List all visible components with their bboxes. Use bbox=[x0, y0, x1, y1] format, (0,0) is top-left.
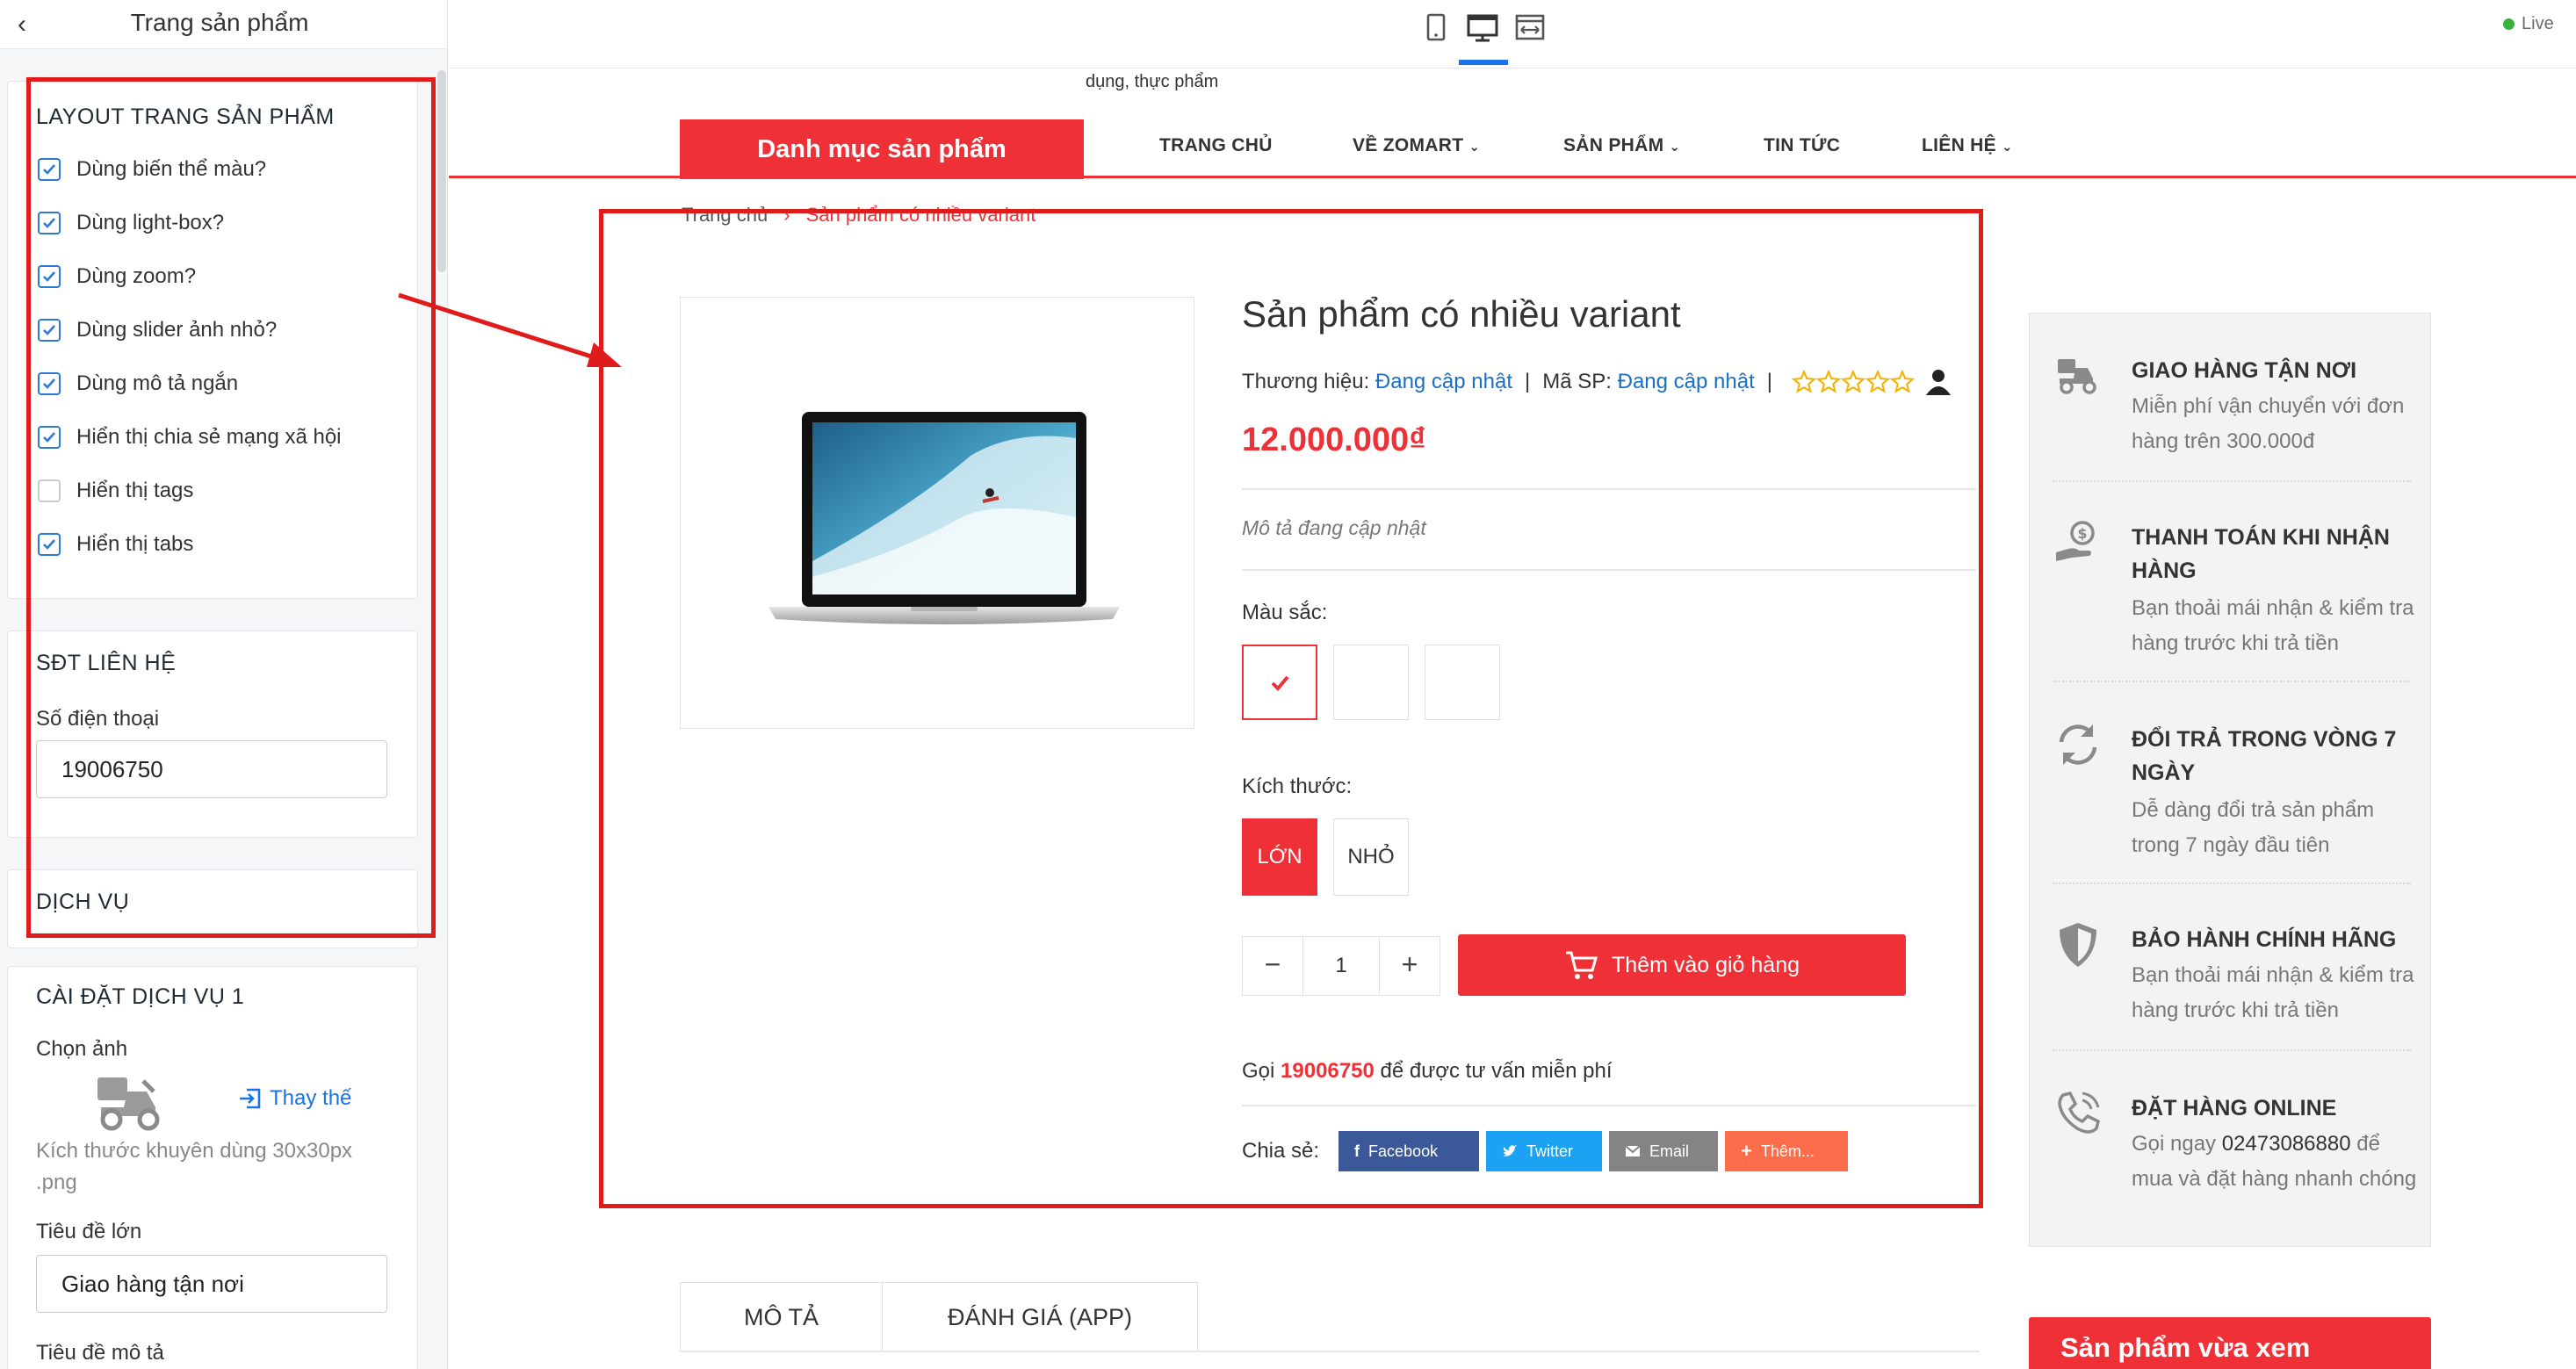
replace-image-link[interactable]: Thay thế bbox=[238, 1086, 351, 1111]
service-title: GIAO HÀNG TẬN NƠI bbox=[2132, 358, 2357, 383]
service-divider bbox=[2053, 1049, 2411, 1051]
nav-item-news[interactable]: TIN TỨC bbox=[1764, 135, 1840, 156]
builder-root: ‹ Trang sản phẩm LAYOUT TRANG SẢN PHẨM D… bbox=[0, 0, 2576, 1369]
service-desc-prefix: Gọi ngay bbox=[2132, 1132, 2217, 1156]
shield-icon bbox=[2053, 919, 2103, 970]
service1-section-title: CÀI ĐẶT DỊCH VỤ 1 bbox=[36, 984, 245, 1009]
nav-label: LIÊN HỆ bbox=[1922, 135, 1996, 155]
delivery-scooter-icon bbox=[2053, 350, 2103, 401]
tab-description[interactable]: MÔ TẢ bbox=[681, 1283, 883, 1351]
site-tagline: dụng, thực phẩm bbox=[1086, 72, 1219, 91]
service-title: THANH TOÁN KHI NHẬN HÀNG bbox=[2132, 525, 2390, 583]
service-item-return: ĐỔI TRẢ TRONG VÒNG 7 NGÀY Dễ dàng đổi tr… bbox=[2053, 710, 2421, 860]
chevron-down-icon: ⌄ bbox=[1669, 140, 1681, 155]
nav-item-about[interactable]: VỀ ZOMART ⌄ bbox=[1353, 135, 1480, 156]
nav-underline bbox=[449, 176, 2576, 178]
sidebar-title: Trang sản phẩm bbox=[130, 9, 309, 36]
big-title-input[interactable]: Giao hàng tận nơi bbox=[36, 1255, 387, 1313]
nav-label: TRANG CHỦ bbox=[1159, 135, 1273, 155]
service1-settings-card: CÀI ĐẶT DỊCH VỤ 1 Chọn ảnh Thay thế Kích… bbox=[7, 966, 418, 1369]
tabs-underline bbox=[680, 1351, 1980, 1352]
live-dot-icon bbox=[2503, 18, 2515, 30]
service-item-online-order: ĐẶT HÀNG ONLINE Gọi ngay 02473086880 để … bbox=[2053, 1079, 2421, 1237]
svg-text:$: $ bbox=[2077, 525, 2087, 542]
live-status: Live bbox=[2503, 14, 2554, 34]
sidebar-scrollbar[interactable] bbox=[437, 70, 446, 272]
annotation-box-product bbox=[599, 209, 1983, 1208]
big-title-label: Tiêu đề lớn bbox=[36, 1220, 142, 1243]
service-desc: Bạn thoải mái nhận & kiểm tra hàng trước… bbox=[2132, 596, 2414, 655]
service-title: BẢO HÀNH CHÍNH HÃNG bbox=[2132, 927, 2397, 952]
tab-reviews[interactable]: ĐÁNH GIÁ (APP) bbox=[883, 1283, 1197, 1351]
recently-viewed-heading: Sản phẩm vừa xem bbox=[2029, 1317, 2431, 1369]
desktop-view-icon[interactable] bbox=[1465, 11, 1500, 46]
sidebar-header: ‹ Trang sản phẩm bbox=[0, 0, 447, 49]
service-phone[interactable]: 02473086880 bbox=[2222, 1132, 2351, 1156]
desc-title-label: Tiêu đề mô tả bbox=[36, 1341, 164, 1365]
category-menu-button[interactable]: Danh mục sản phẩm bbox=[680, 119, 1084, 179]
nav-label: VỀ ZOMART bbox=[1353, 135, 1464, 155]
refresh-icon bbox=[2053, 719, 2103, 770]
chevron-down-icon: ⌄ bbox=[2001, 140, 2013, 155]
cash-hand-icon: $ bbox=[2053, 517, 2103, 568]
service-desc: Miễn phí vận chuyển với đơn hàng trên 30… bbox=[2132, 394, 2405, 453]
replace-label: Thay thế bbox=[270, 1086, 352, 1110]
import-icon bbox=[240, 1088, 261, 1109]
nav-label: SẢN PHẨM bbox=[1563, 135, 1664, 155]
service-desc: Dễ dàng đổi trả sản phẩm trong 7 ngày đầ… bbox=[2132, 798, 2375, 857]
fullwidth-view-icon[interactable] bbox=[1512, 11, 1548, 46]
mobile-view-icon[interactable] bbox=[1418, 11, 1453, 46]
services-panel: GIAO HÀNG TẬN NƠI Miễn phí vận chuyển vớ… bbox=[2029, 313, 2431, 1247]
service-divider bbox=[2053, 480, 2411, 482]
service-item-delivery: GIAO HÀNG TẬN NƠI Miễn phí vận chuyển vớ… bbox=[2053, 342, 2421, 465]
delivery-scooter-icon[interactable] bbox=[89, 1072, 173, 1134]
service-divider bbox=[2053, 883, 2411, 884]
service-desc: Gọi ngay 02473086880 để mua và đặt hàng … bbox=[2132, 1127, 2421, 1197]
service-item-cod: $ THANH TOÁN KHI NHẬN HÀNG Bạn thoải mái… bbox=[2053, 508, 2421, 658]
phone-call-icon bbox=[2053, 1088, 2103, 1139]
nav-label: TIN TỨC bbox=[1764, 135, 1841, 155]
nav-item-products[interactable]: SẢN PHẨM ⌄ bbox=[1563, 135, 1680, 156]
image-size-hint: Kích thước khuyên dùng 30x30px .png bbox=[36, 1139, 353, 1194]
annotation-arrow-icon bbox=[398, 292, 622, 367]
annotation-box-settings bbox=[26, 77, 436, 938]
service-title: ĐỔI TRẢ TRONG VÒNG 7 NGÀY bbox=[2132, 727, 2397, 785]
service-item-warranty: BẢO HÀNH CHÍNH HÃNG Bạn thoải mái nhận &… bbox=[2053, 911, 2421, 1042]
live-label: Live bbox=[2522, 14, 2554, 33]
service-title: ĐẶT HÀNG ONLINE bbox=[2132, 1096, 2337, 1120]
service-divider bbox=[2053, 681, 2411, 682]
choose-image-label: Chọn ảnh bbox=[36, 1037, 128, 1061]
service-desc: Bạn thoải mái nhận & kiểm tra hàng trước… bbox=[2132, 963, 2414, 1022]
active-view-indicator bbox=[1459, 60, 1508, 65]
nav-item-home[interactable]: TRANG CHỦ bbox=[1159, 135, 1273, 156]
nav-item-contact[interactable]: LIÊN HỆ ⌄ bbox=[1922, 135, 2013, 156]
product-tabs: MÔ TẢ ĐÁNH GIÁ (APP) bbox=[680, 1282, 1198, 1352]
chevron-down-icon: ⌄ bbox=[1468, 140, 1481, 155]
